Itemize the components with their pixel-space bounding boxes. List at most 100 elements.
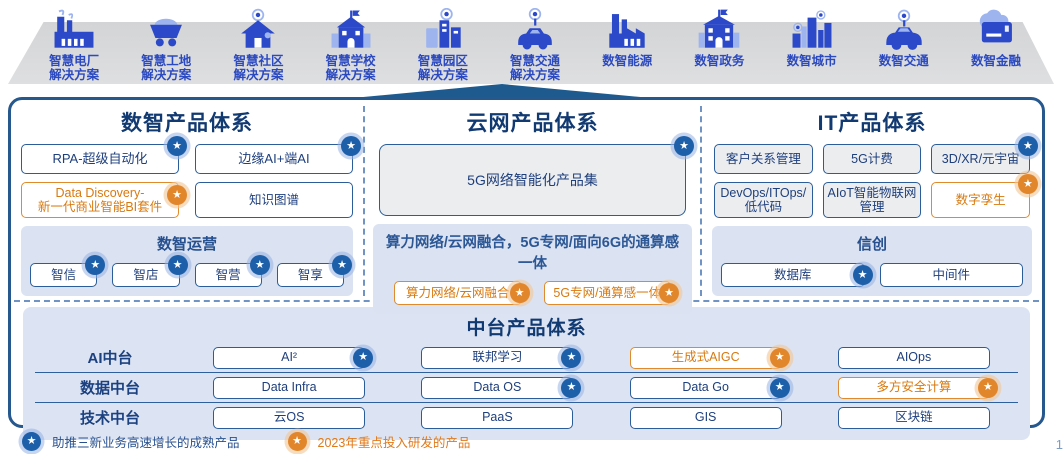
product-computing-network: 算力网络/云网融合 bbox=[394, 281, 522, 305]
star-badge-blue-icon bbox=[167, 136, 187, 156]
product-label: 多方安全计算 bbox=[876, 380, 951, 394]
bank-card-cloud-icon bbox=[973, 4, 1019, 52]
product-label: 5G网络智能化产品集 bbox=[467, 172, 598, 188]
mine-cart-icon bbox=[143, 4, 189, 52]
industry-label: 智慧电厂 解决方案 bbox=[49, 54, 99, 82]
industry-item-smart-community: 智慧社区 解决方案 bbox=[212, 4, 304, 82]
star-badge-blue-icon bbox=[22, 432, 41, 451]
industry-label: 智慧社区 解决方案 bbox=[233, 54, 283, 82]
star-badge-blue-icon bbox=[332, 255, 352, 275]
star-badge-blue-icon bbox=[85, 255, 105, 275]
product-label: RPA-超级自动化 bbox=[52, 152, 147, 167]
industry-item-digital-finance: 数智金融 bbox=[950, 4, 1042, 82]
product-knowledge-graph: 知识图谱 bbox=[195, 182, 353, 218]
product-aiops: AIOps bbox=[838, 347, 990, 369]
product-generative-aigc: 生成式AIGC bbox=[630, 347, 782, 369]
industry-label: 数智城市 bbox=[787, 54, 837, 68]
digital-operations-panel: 数智运营 智信 智店 智营 bbox=[21, 226, 353, 296]
star-badge-blue-icon bbox=[561, 378, 581, 398]
cloud-items-row: 算力网络/云网融合 5G专网/通算感一体 bbox=[382, 281, 683, 305]
product-data-infra: Data Infra bbox=[213, 377, 365, 399]
legend-mature-products: 助推三新业务高速增长的成熟产品 bbox=[22, 432, 240, 451]
city-skyline-icon bbox=[789, 4, 835, 52]
product-label: 生成式AIGC bbox=[672, 350, 740, 364]
product-paas: PaaS bbox=[421, 407, 573, 429]
product-label: 云OS bbox=[274, 410, 305, 424]
product-label: PaaS bbox=[482, 410, 513, 424]
product-zhixin: 智信 bbox=[30, 263, 97, 287]
product-edge-ai: 边缘AI+端AI bbox=[195, 144, 353, 174]
star-badge-blue-icon bbox=[770, 378, 790, 398]
product-data-os: Data OS bbox=[421, 377, 573, 399]
cloud-network-subpanel: 算力网络/云网融合，5G专网/面向6G的通算感一体 算力网络/云网融合 5G专网… bbox=[373, 224, 692, 314]
industry-label: 数智交通 bbox=[879, 54, 929, 68]
industry-label: 数智金融 bbox=[971, 54, 1021, 68]
smart-campus-icon bbox=[420, 4, 466, 52]
product-label: 联邦学习 bbox=[472, 350, 522, 364]
product-label: 边缘AI+端AI bbox=[238, 152, 309, 167]
product-zhiying: 智营 bbox=[195, 263, 262, 287]
star-badge-blue-icon bbox=[168, 255, 188, 275]
industry-item-digital-traffic: 数智交通 bbox=[858, 4, 950, 82]
product-blockchain: 区块链 bbox=[838, 407, 990, 429]
product-label: AIoT智能物联网管理 bbox=[824, 186, 921, 215]
connected-car-icon bbox=[512, 4, 558, 52]
product-rpa: RPA-超级自动化 bbox=[21, 144, 179, 174]
product-mpc: 多方安全计算 bbox=[838, 377, 990, 399]
row-cells: 云OS PaaS GIS 区块链 bbox=[185, 407, 1018, 429]
industry-item-digital-government: 数智政务 bbox=[673, 4, 765, 82]
star-badge-blue-icon bbox=[561, 348, 581, 368]
product-5g-network-set: 5G网络智能化产品集 bbox=[379, 144, 686, 216]
car-icon bbox=[881, 4, 927, 52]
middle-platform-title: 中台产品体系 bbox=[35, 313, 1018, 340]
digital-product-grid: RPA-超级自动化 边缘AI+端AI Data Discovery- 新一代商业… bbox=[21, 144, 353, 218]
industry-item-smart-power-plant: 智慧电厂 解决方案 bbox=[28, 4, 120, 82]
product-middleware: 中间件 bbox=[880, 263, 1024, 287]
product-data-discovery: Data Discovery- 新一代商业智能BI套件 bbox=[21, 182, 179, 218]
product-label: 区块链 bbox=[895, 410, 933, 424]
product-systems-panel: 数智产品体系 RPA-超级自动化 边缘AI+端AI Data Discovery… bbox=[8, 97, 1045, 428]
product-label: 算力网络/云网融合 bbox=[406, 286, 509, 300]
industry-label: 智慧园区 解决方案 bbox=[418, 54, 468, 82]
industry-item-smart-school: 智慧学校 解决方案 bbox=[305, 4, 397, 82]
row-label: 数据中台 bbox=[35, 377, 185, 398]
star-badge-blue-icon bbox=[250, 255, 270, 275]
section-it-products: IT产品体系 客户关系管理 5G计费 3D/XR/元宇宙 DevOps/ITOp… bbox=[702, 100, 1042, 298]
industry-band: 智慧电厂 解决方案 智慧工地 解决方案 智慧社区 解决方案 智慧学校 解决方案 bbox=[28, 4, 1042, 82]
product-label: 智店 bbox=[133, 268, 158, 282]
smart-power-plant-icon bbox=[51, 4, 97, 52]
platform-row-data: 数据中台 Data Infra Data OS Data Go 多方安全计算 bbox=[35, 372, 1018, 402]
product-label: 中间件 bbox=[932, 268, 970, 282]
school-building-icon bbox=[328, 4, 374, 52]
industry-item-digital-city: 数智城市 bbox=[766, 4, 858, 82]
operations-row: 智信 智店 智营 智享 bbox=[30, 263, 344, 287]
product-label: 3D/XR/元宇宙 bbox=[942, 152, 1020, 166]
platform-row-ai: AI中台 AI² 联邦学习 生成式AIGC AIOps bbox=[35, 343, 1018, 372]
star-badge-orange-icon bbox=[167, 185, 187, 205]
section-cloud-network: 云网产品体系 5G网络智能化产品集 算力网络/云网融合，5G专网/面向6G的通算… bbox=[365, 100, 700, 298]
subpanel-title: 信创 bbox=[721, 233, 1023, 254]
product-3d-xr-metaverse: 3D/XR/元宇宙 bbox=[931, 144, 1030, 174]
industry-label: 数智能源 bbox=[602, 54, 652, 68]
star-badge-orange-icon bbox=[288, 432, 307, 451]
section-digital-products: 数智产品体系 RPA-超级自动化 边缘AI+端AI Data Discovery… bbox=[11, 100, 363, 298]
middle-platform-panel: 中台产品体系 AI中台 AI² 联邦学习 生成式AIGC bbox=[23, 307, 1030, 440]
legend-research-products: 2023年重点投入研发的产品 bbox=[288, 432, 471, 451]
top-columns: 数智产品体系 RPA-超级自动化 边缘AI+端AI Data Discovery… bbox=[11, 100, 1042, 298]
star-badge-blue-icon bbox=[341, 136, 361, 156]
smart-home-icon bbox=[235, 4, 281, 52]
product-digital-twin: 数字孪生 bbox=[931, 182, 1030, 218]
section-title: 数智产品体系 bbox=[11, 107, 363, 137]
star-badge-orange-icon bbox=[510, 283, 530, 303]
star-badge-blue-icon bbox=[353, 348, 373, 368]
industry-item-digital-energy: 数智能源 bbox=[581, 4, 673, 82]
industry-item-smart-construction: 智慧工地 解决方案 bbox=[120, 4, 212, 82]
product-5g-private-network: 5G专网/通算感一体 bbox=[544, 281, 672, 305]
it-product-grid: 客户关系管理 5G计费 3D/XR/元宇宙 DevOps/ITOps/ 低代码 … bbox=[714, 144, 1030, 218]
industry-item-smart-park: 智慧园区 解决方案 bbox=[397, 4, 489, 82]
product-label: Data Go bbox=[682, 380, 729, 394]
xinchuang-panel: 信创 数据库 中间件 bbox=[712, 226, 1032, 296]
product-architecture-slide: 智慧电厂 解决方案 智慧工地 解决方案 智慧社区 解决方案 智慧学校 解决方案 bbox=[0, 0, 1064, 454]
industry-label: 智慧工地 解决方案 bbox=[141, 54, 191, 82]
product-devops: DevOps/ITOps/ 低代码 bbox=[714, 182, 813, 218]
